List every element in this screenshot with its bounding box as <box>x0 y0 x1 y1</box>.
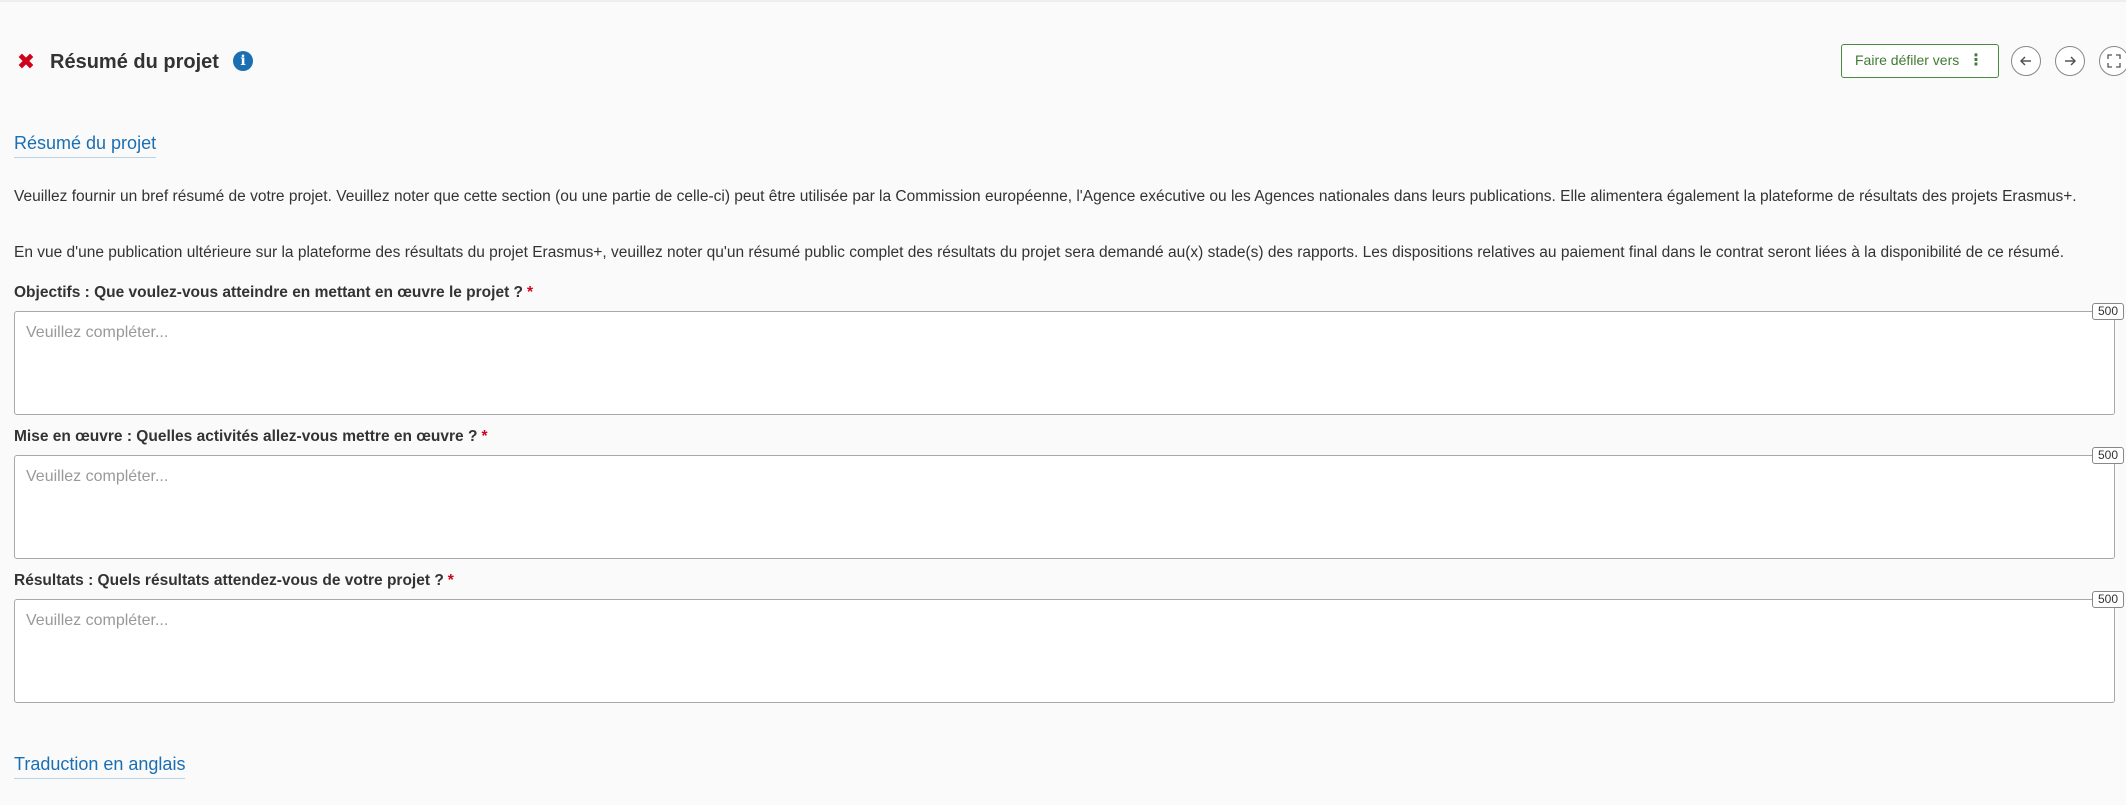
expand-button[interactable] <box>2099 46 2126 76</box>
page-header: ✖ Résumé du projet i <box>0 40 2126 84</box>
section-link-summary[interactable]: Résumé du projet <box>14 131 157 158</box>
objectives-label-text: Objectifs : Que voulez-vous atteindre en… <box>14 284 524 301</box>
implementation-textarea[interactable] <box>14 455 2115 559</box>
scroll-to-label: Faire défiler vers <box>1855 52 1960 68</box>
implementation-char-counter: 500 <box>2092 447 2124 464</box>
objectives-textarea[interactable] <box>14 311 2115 415</box>
results-label-text: Résultats : Quels résultats attendez-vou… <box>14 572 444 589</box>
previous-section-button[interactable] <box>2011 46 2041 76</box>
required-marker: * <box>447 572 454 589</box>
top-divider <box>0 0 2126 2</box>
page-title: Résumé du projet <box>50 51 219 73</box>
implementation-label: Mise en œuvre : Quelles activités allez-… <box>14 427 487 447</box>
arrow-right-icon <box>2065 56 2077 66</box>
results-textarea[interactable] <box>14 599 2115 703</box>
more-vertical-icon: ⋮ <box>1968 52 1984 69</box>
required-marker: * <box>527 284 534 301</box>
results-char-counter: 500 <box>2092 591 2124 608</box>
expand-icon <box>2107 54 2121 68</box>
objectives-label: Objectifs : Que voulez-vous atteindre en… <box>14 283 533 303</box>
arrow-left-icon <box>2019 56 2031 66</box>
intro-paragraph-2: En vue d'une publication ultérieure sur … <box>14 244 2065 261</box>
scroll-to-button[interactable]: Faire défiler vers ⋮ <box>1841 44 1999 78</box>
results-label: Résultats : Quels résultats attendez-vou… <box>14 571 454 591</box>
intro-paragraph-1: Veuillez fournir un bref résumé de votre… <box>14 188 2077 205</box>
objectives-char-counter: 500 <box>2092 303 2124 320</box>
next-section-button[interactable] <box>2055 46 2085 76</box>
info-icon[interactable]: i <box>233 51 253 71</box>
required-marker: * <box>481 428 488 445</box>
section-link-english-translation[interactable]: Traduction en anglais <box>14 752 186 779</box>
implementation-label-text: Mise en œuvre : Quelles activités allez-… <box>14 428 478 445</box>
close-icon[interactable]: ✖ <box>14 50 38 74</box>
